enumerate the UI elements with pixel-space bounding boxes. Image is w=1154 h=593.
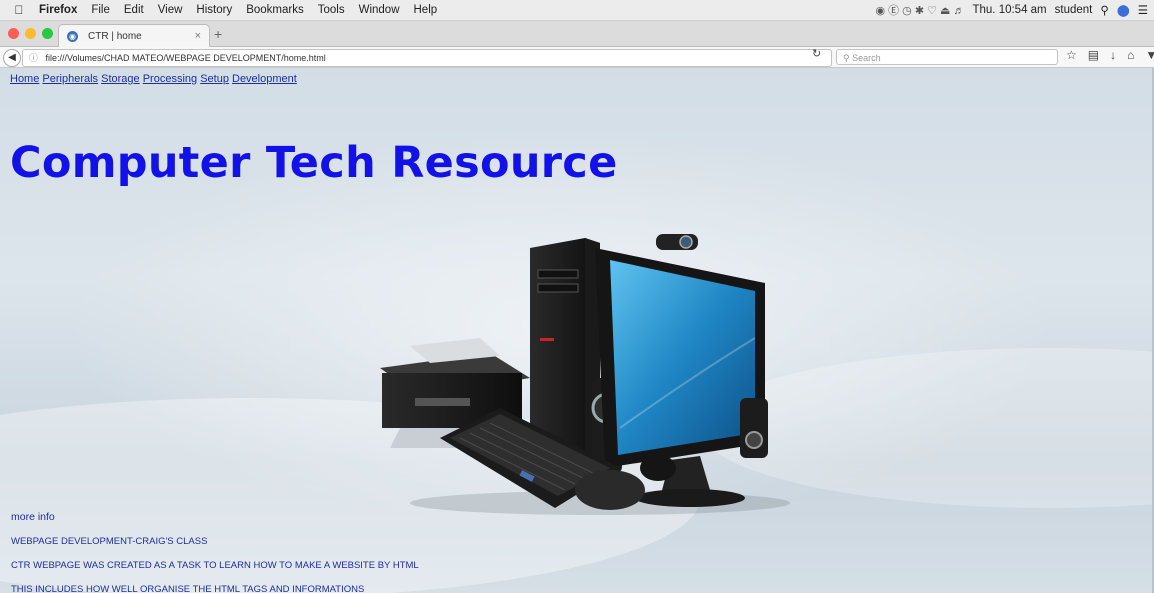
nav-link-storage[interactable]: Storage bbox=[101, 73, 140, 85]
system-menu-bar:  Firefox File Edit View History Bookmar… bbox=[0, 0, 1154, 21]
zoom-window-button[interactable] bbox=[42, 28, 53, 39]
back-button[interactable]: ◀ bbox=[3, 49, 21, 67]
notification-center-icon[interactable]: ☰ bbox=[1138, 3, 1148, 17]
window-controls bbox=[8, 28, 53, 39]
info-line: CTR WEBPAGE WAS CREATED AS A TASK TO LEA… bbox=[11, 560, 419, 571]
menu-view[interactable]: View bbox=[151, 4, 190, 16]
computer-setup-image bbox=[380, 234, 790, 515]
nav-link-peripherals[interactable]: Peripherals bbox=[42, 73, 98, 85]
menu-bookmarks[interactable]: Bookmarks bbox=[239, 4, 311, 16]
nav-link-processing[interactable]: Processing bbox=[143, 73, 197, 85]
info-icon[interactable]: ⓘ bbox=[29, 53, 38, 63]
navigation-toolbar: ◀ ⓘ file:///Volumes/CHAD MATEO/WEBPAGE D… bbox=[0, 47, 1154, 68]
webcam bbox=[656, 234, 698, 250]
menu-app-name[interactable]: Firefox bbox=[32, 4, 84, 16]
bookmark-star-icon[interactable]: ☆ bbox=[1066, 48, 1077, 62]
info-line: WEBPAGE DEVELOPMENT-CRAIG'S CLASS bbox=[11, 536, 208, 547]
tab-strip: ◉ CTR | home × + bbox=[0, 21, 1154, 47]
nav-link-development[interactable]: Development bbox=[232, 73, 297, 85]
status-icons[interactable]: ◉ Ⓔ ◷ ✱ ♡ ⏏ ♬ bbox=[875, 2, 964, 18]
tab-ctr-home[interactable]: ◉ CTR | home × bbox=[58, 24, 210, 47]
search-placeholder: Search bbox=[852, 53, 881, 63]
more-info-link[interactable]: more info bbox=[11, 511, 55, 523]
reload-icon[interactable]: ↻ bbox=[812, 47, 821, 60]
menu-file[interactable]: File bbox=[84, 4, 117, 16]
search-input[interactable]: ⚲ Search bbox=[836, 49, 1058, 65]
menu-edit[interactable]: Edit bbox=[117, 4, 151, 16]
apple-icon[interactable]:  bbox=[6, 3, 32, 17]
library-icon[interactable]: ▤ bbox=[1088, 48, 1099, 62]
home-icon[interactable]: ⌂ bbox=[1127, 48, 1134, 62]
menu-window[interactable]: Window bbox=[352, 4, 407, 16]
tab-title: CTR | home bbox=[88, 30, 142, 42]
nav-link-home[interactable]: Home bbox=[10, 73, 39, 85]
page-title: Computer Tech Resource bbox=[10, 138, 618, 188]
menu-tools[interactable]: Tools bbox=[311, 4, 352, 16]
nav-link-setup[interactable]: Setup bbox=[200, 73, 229, 85]
minimize-window-button[interactable] bbox=[25, 28, 36, 39]
close-tab-icon[interactable]: × bbox=[195, 30, 201, 42]
info-line: THIS INCLUDES HOW WELL ORGANISE THE HTML… bbox=[11, 584, 365, 593]
download-icon[interactable]: ↓ bbox=[1110, 48, 1116, 62]
toolbar-icons: ☆ ▤ ↓ ⌂ ▼ ☰ bbox=[1066, 48, 1154, 62]
menu-help[interactable]: Help bbox=[407, 4, 445, 16]
menu-history[interactable]: History bbox=[189, 4, 239, 16]
clock[interactable]: Thu. 10:54 am bbox=[972, 4, 1046, 16]
globe-icon: ◉ bbox=[67, 30, 78, 42]
url-bar[interactable]: ⓘ file:///Volumes/CHAD MATEO/WEBPAGE DEV… bbox=[22, 49, 832, 67]
url-text: file:///Volumes/CHAD MATEO/WEBPAGE DEVEL… bbox=[45, 53, 326, 63]
page-content: Home Peripherals Storage Processing Setu… bbox=[0, 68, 1154, 593]
siri-icon[interactable]: ⬤ bbox=[1117, 3, 1130, 17]
user-name[interactable]: student bbox=[1055, 4, 1093, 16]
close-window-button[interactable] bbox=[8, 28, 19, 39]
speaker bbox=[740, 398, 768, 458]
search-icon: ⚲ bbox=[843, 53, 850, 63]
pocket-icon[interactable]: ▼ bbox=[1145, 48, 1154, 62]
site-nav: Home Peripherals Storage Processing Setu… bbox=[10, 73, 297, 85]
spotlight-icon[interactable]: ⚲ bbox=[1100, 3, 1108, 17]
new-tab-button[interactable]: + bbox=[214, 26, 222, 42]
